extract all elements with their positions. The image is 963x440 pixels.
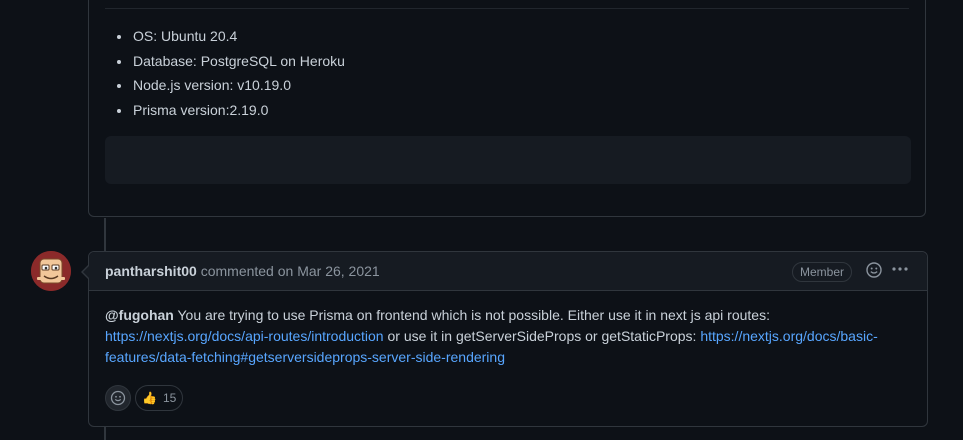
comment-card: pantharshit00 commented on Mar 26, 2021 … [81,251,928,427]
list-item: Database: PostgreSQL on Heroku [132,49,345,74]
heading-divider [105,8,909,9]
comment-paragraph: @fugohan You are trying to use Prisma on… [105,305,911,368]
list-item: OS: Ubuntu 20.4 [132,24,345,49]
comment-author-link[interactable]: pantharshit00 [105,263,197,279]
comment-date-link[interactable]: Mar 26, 2021 [297,263,380,279]
comment-body: @fugohan You are trying to use Prisma on… [89,291,927,368]
reaction-count: 15 [162,391,177,405]
reaction-thumbs-up-button[interactable]: 👍 15 [135,385,183,411]
avatar[interactable] [31,251,71,291]
user-mention-link[interactable]: @fugohan [105,307,174,323]
empty-code-block [105,136,911,184]
environment-list: OS: Ubuntu 20.4 Database: PostgreSQL on … [105,24,345,122]
smiley-add-icon [110,390,126,406]
comment-action-text: commented on [200,263,294,279]
body-text: or use it in getServerSideProps or getSt… [383,328,701,344]
avatar-image [31,251,71,291]
list-item: Prisma version:2.19.0 [132,98,345,123]
thumbs-up-icon: 👍 [142,391,157,405]
comment-action: commented on Mar 26, 2021 [201,263,380,279]
add-reaction-button[interactable] [105,385,131,411]
comment-header: pantharshit00 commented on Mar 26, 2021 … [89,252,927,291]
kebab-horizontal-icon[interactable] [891,261,909,281]
body-text: You are trying to use Prisma on frontend… [173,307,770,323]
issue-body-card: OS: Ubuntu 20.4 Database: PostgreSQL on … [88,0,926,217]
member-badge: Member [792,262,853,282]
list-item: Node.js version: v10.19.0 [132,73,345,98]
smiley-icon[interactable] [866,262,882,282]
api-routes-link[interactable]: https://nextjs.org/docs/api-routes/intro… [105,328,384,344]
